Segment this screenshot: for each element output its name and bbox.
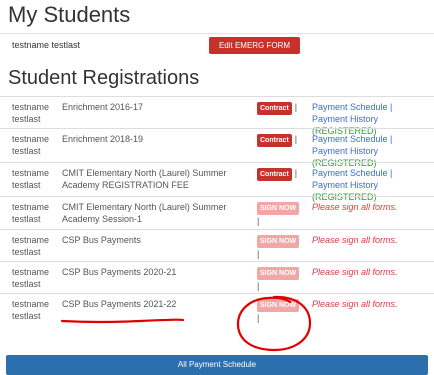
sign-now-button[interactable]: SIGN NOW — [257, 235, 300, 248]
sign-forms-warning: Please sign all forms. — [312, 299, 398, 309]
action-cell: Contract | — [257, 167, 307, 181]
student-name-cell: testname testlast — [12, 267, 50, 289]
sign-forms-warning: Please sign all forms. — [312, 202, 398, 212]
action-cell: SIGN NOW | — [257, 234, 307, 260]
payment-cell: Please sign all forms. — [312, 234, 428, 246]
separator: | — [294, 102, 298, 112]
sign-now-button[interactable]: SIGN NOW — [257, 267, 300, 280]
registration-row: testname testlast Enrichment 2016-17 Contr… — [0, 96, 434, 136]
separator: | — [294, 134, 298, 144]
payment-cell: Please sign all forms. — [312, 298, 428, 310]
student-name-cell: testname testlast — [12, 299, 50, 321]
registration-row: testname testlast CSP Bus Payments 2020-2… — [0, 261, 434, 294]
contract-button[interactable]: Contract — [257, 168, 292, 181]
program-name-cell: CMIT Elementary North (Laurel) Summer Ac… — [62, 202, 227, 224]
payment-schedule-history-link[interactable]: Payment Schedule | Payment History — [312, 102, 392, 124]
my-students-heading: My Students — [8, 2, 131, 27]
action-cell: Contract | — [257, 133, 307, 147]
student-name: testname testlast — [12, 40, 81, 50]
sign-forms-warning: Please sign all forms. — [312, 267, 398, 277]
action-cell: Contract | — [257, 101, 307, 115]
separator: | — [294, 168, 298, 178]
program-name-cell: CMIT Elementary North (Laurel) Summer Ac… — [62, 168, 227, 190]
registration-row: testname testlast CMIT Elementary North (… — [0, 162, 434, 202]
program-name-cell: CSP Bus Payments 2020-21 — [62, 267, 177, 277]
sign-forms-warning: Please sign all forms. — [312, 235, 398, 245]
registration-row: testname testlast CMIT Elementary North (… — [0, 196, 434, 230]
program-name-cell: Enrichment 2016-17 — [62, 102, 144, 112]
contract-button[interactable]: Contract — [257, 102, 292, 115]
registration-row: testname testlast CSP Bus Payments SIGN NO… — [0, 229, 434, 262]
red-circle-annotation — [236, 295, 312, 352]
student-name-cell: testname testlast — [12, 102, 50, 124]
student-name-cell: testname testlast — [12, 202, 50, 224]
payment-schedule-history-link[interactable]: Payment Schedule | Payment History — [312, 134, 392, 156]
payment-schedule-history-link[interactable]: Payment Schedule | Payment History — [312, 168, 392, 190]
separator: | — [257, 216, 260, 226]
student-name-cell: testname testlast — [12, 168, 50, 190]
payment-cell: Please sign all forms. — [312, 201, 428, 213]
program-name-cell: CSP Bus Payments 2021-22 — [62, 299, 177, 309]
edit-emerg-form-button[interactable]: Edit EMERG FORM — [209, 37, 300, 54]
contract-button[interactable]: Contract — [257, 134, 292, 147]
student-name-cell: testname testlast — [12, 134, 50, 156]
student-registrations-heading: Student Registrations — [8, 67, 200, 89]
program-name-cell: Enrichment 2018-19 — [62, 134, 144, 144]
registration-row: testname testlast Enrichment 2018-19 Contr… — [0, 128, 434, 168]
student-name-cell: testname testlast — [12, 235, 50, 257]
program-name-cell: CSP Bus Payments — [62, 235, 141, 245]
all-payment-schedule-button[interactable]: All Payment Schedule — [6, 355, 428, 375]
student-row: testname testlast Edit EMERG FORM — [0, 33, 434, 58]
separator: | — [257, 249, 260, 259]
action-cell: SIGN NOW | — [257, 266, 307, 292]
separator: | — [257, 281, 260, 291]
payment-cell: Please sign all forms. — [312, 266, 428, 278]
red-underline-annotation — [60, 318, 185, 324]
sign-now-button[interactable]: SIGN NOW — [257, 202, 300, 215]
action-cell: SIGN NOW | — [257, 201, 307, 227]
